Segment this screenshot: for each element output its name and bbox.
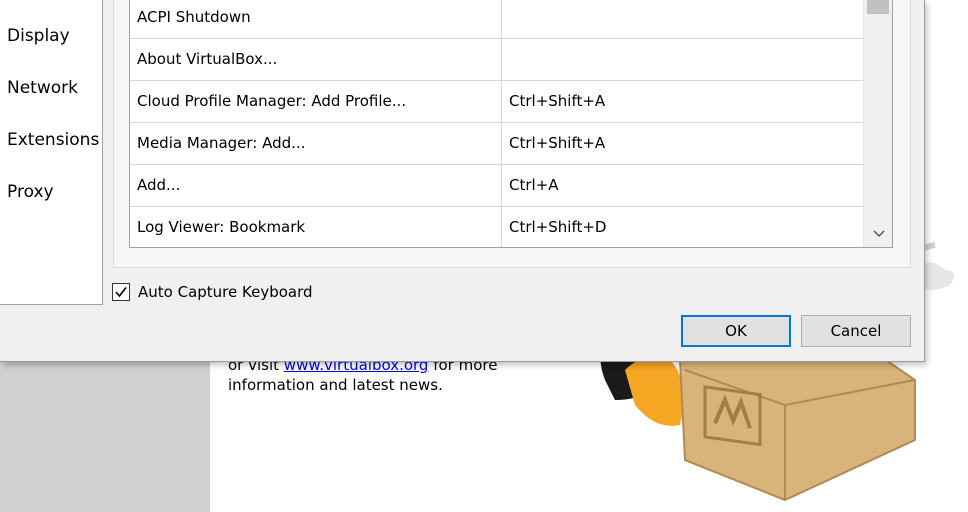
sidebar-item-network[interactable]: Network — [7, 78, 78, 98]
preferences-sidebar: Display Network Extensions Proxy — [0, 0, 103, 305]
table-scrollbar[interactable] — [863, 0, 892, 247]
sidebar-item-extensions[interactable]: Extensions — [7, 130, 99, 150]
auto-capture-keyboard-option[interactable]: Auto Capture Keyboard — [112, 282, 313, 302]
shortcut-cell[interactable]: Ctrl+Shift+A — [509, 122, 605, 164]
action-cell: ACPI Shutdown — [137, 8, 251, 26]
table-row[interactable]: Add... Ctrl+A — [130, 164, 863, 207]
chevron-down-icon — [872, 230, 885, 238]
action-cell: Add... — [137, 176, 181, 194]
auto-capture-keyboard-checkbox[interactable] — [112, 283, 130, 301]
action-cell: Cloud Profile Manager: Add Profile... — [137, 92, 407, 110]
sidebar-item-display[interactable]: Display — [7, 26, 70, 46]
action-cell: Media Manager: Add... — [137, 134, 306, 152]
table-row[interactable]: Media Manager: Add... Ctrl+Shift+A — [130, 122, 863, 165]
ok-button[interactable]: OK — [681, 315, 791, 347]
action-cell: Log Viewer: Bookmark — [137, 218, 306, 236]
cancel-button[interactable]: Cancel — [801, 315, 911, 347]
table-row[interactable]: ACPI Shutdown — [130, 0, 863, 39]
table-row[interactable]: About VirtualBox... — [130, 38, 863, 81]
checkmark-icon — [115, 287, 127, 298]
shortcut-cell[interactable]: Ctrl+Shift+A — [509, 80, 605, 122]
shortcuts-table: ACPI Shutdown About VirtualBox... Cloud … — [129, 0, 893, 248]
table-row[interactable]: Log Viewer: Bookmark Ctrl+Shift+D — [130, 206, 863, 247]
shortcut-cell[interactable]: Ctrl+Shift+D — [509, 206, 606, 247]
scrollbar-thumb[interactable] — [867, 0, 889, 14]
table-row[interactable]: Cloud Profile Manager: Add Profile... Ct… — [130, 80, 863, 123]
scroll-down-button[interactable] — [864, 221, 892, 247]
sidebar-item-proxy[interactable]: Proxy — [7, 182, 54, 202]
column-divider — [501, 0, 502, 247]
preferences-dialog: Display Network Extensions Proxy ACPI Sh… — [0, 0, 925, 362]
shortcut-cell[interactable]: Ctrl+A — [509, 164, 559, 206]
auto-capture-keyboard-label[interactable]: Auto Capture Keyboard — [138, 283, 313, 301]
action-cell: About VirtualBox... — [137, 50, 278, 68]
